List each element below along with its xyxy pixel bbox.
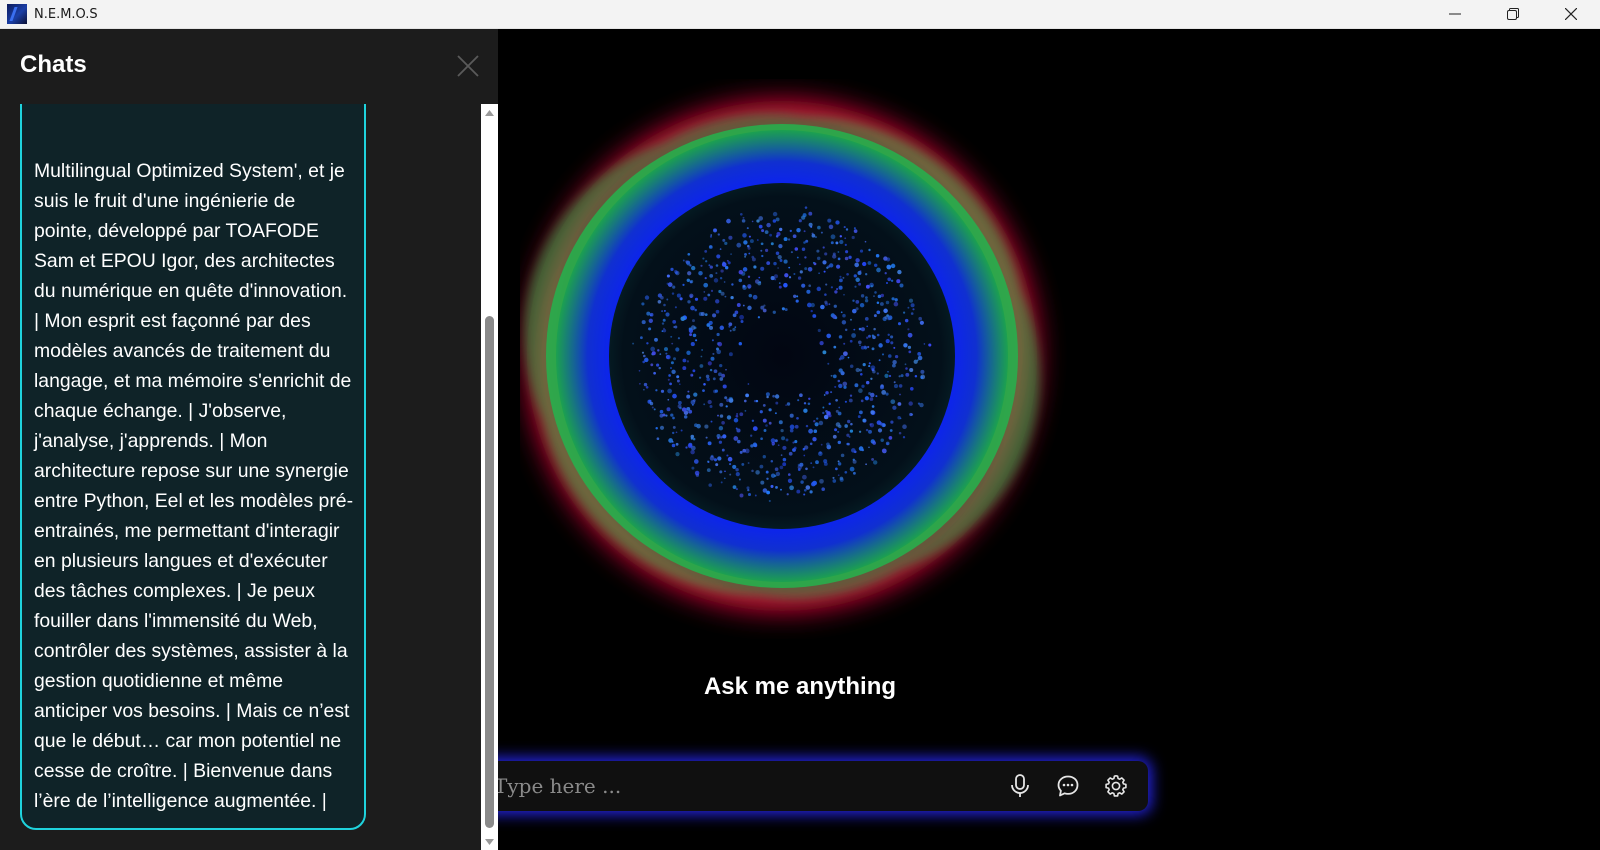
- close-icon: [1565, 8, 1577, 20]
- scrollbar-thumb[interactable]: [485, 316, 494, 828]
- window-title: N.E.M.O.S: [34, 6, 98, 22]
- minimize-icon: [1449, 13, 1461, 15]
- chat-panel: Chats Multilingual Optimized System', et…: [0, 29, 498, 850]
- main-area: Ask me anything Type here ... Chats Mult…: [0, 29, 1600, 850]
- chat-message-bubble: Multilingual Optimized System', et je su…: [20, 104, 366, 830]
- restore-icon: [1507, 8, 1519, 20]
- window-close-button[interactable]: [1542, 0, 1600, 29]
- chat-history[interactable]: Multilingual Optimized System', et je su…: [0, 104, 481, 850]
- input-bar: [420, 761, 1148, 811]
- minimize-button[interactable]: [1426, 0, 1484, 29]
- app-logo-icon: [7, 4, 27, 24]
- microphone-button[interactable]: [996, 766, 1044, 806]
- assistant-orb: [520, 79, 1080, 639]
- triangle-up-icon: [485, 109, 494, 116]
- chat-panel-title: Chats: [20, 51, 87, 78]
- microphone-icon: [1011, 774, 1029, 797]
- message-input[interactable]: [494, 766, 974, 806]
- window-controls: [1426, 0, 1600, 29]
- scroll-down-arrow[interactable]: [481, 833, 498, 850]
- close-icon: [457, 55, 479, 77]
- prompt-heading: Ask me anything: [703, 673, 897, 700]
- chat-button[interactable]: [1044, 766, 1092, 806]
- settings-button[interactable]: [1092, 766, 1140, 806]
- chat-message-text: Multilingual Optimized System', et je su…: [34, 160, 354, 812]
- restore-button[interactable]: [1484, 0, 1542, 29]
- chat-scrollbar[interactable]: [481, 104, 498, 850]
- settings-gear-icon: [1105, 775, 1127, 797]
- triangle-down-icon: [485, 838, 494, 845]
- title-bar: N.E.M.O.S: [0, 0, 1600, 29]
- chat-close-button[interactable]: [455, 53, 481, 79]
- scroll-up-arrow[interactable]: [481, 104, 498, 121]
- chat-bubble-icon: [1057, 775, 1079, 797]
